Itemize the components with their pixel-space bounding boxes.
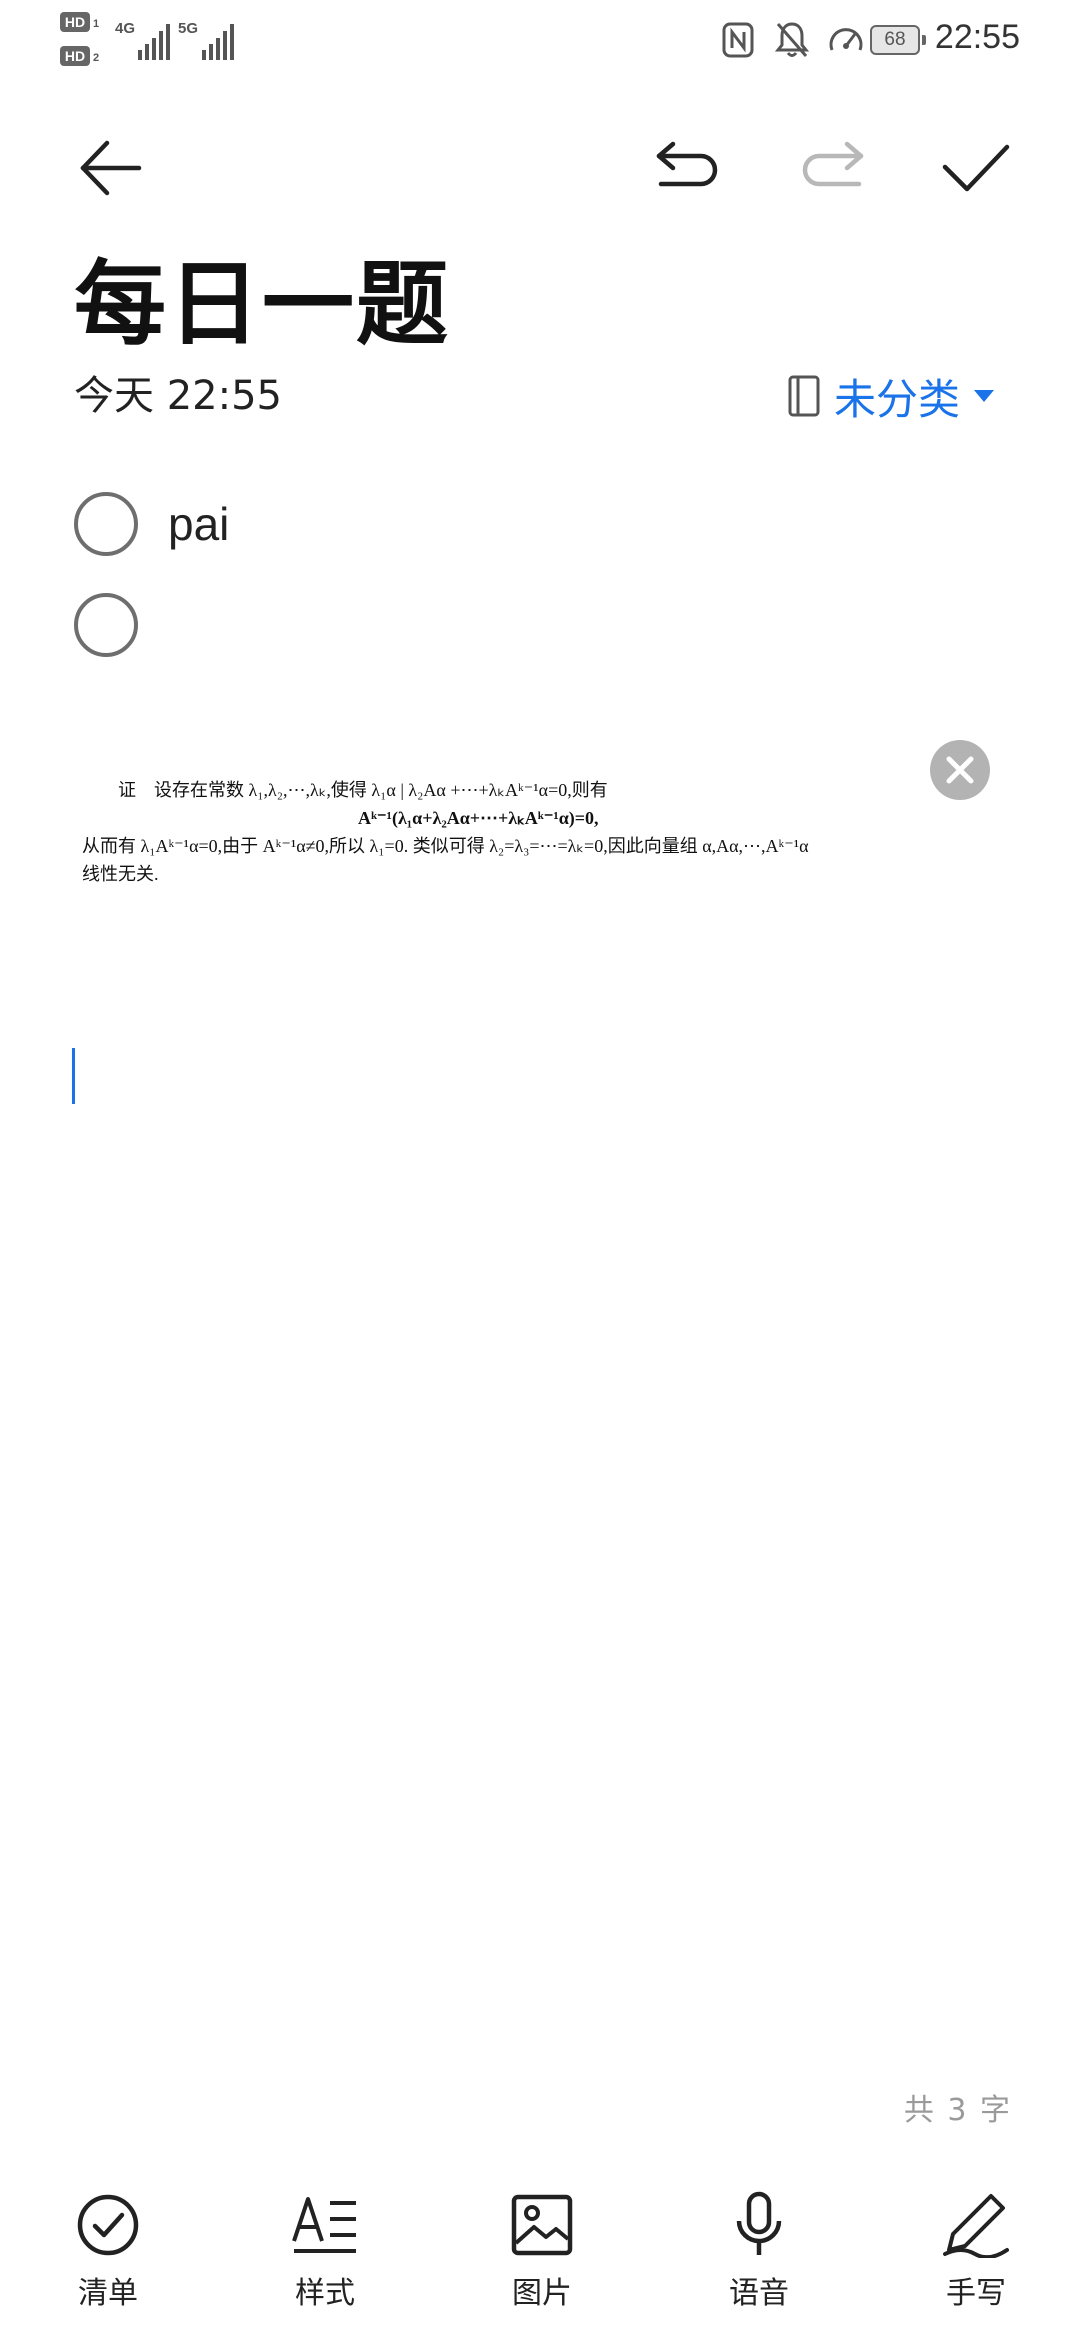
checkbox-circle[interactable] [74, 492, 138, 556]
checklist-item: pai [74, 489, 229, 559]
back-button[interactable] [70, 128, 150, 208]
category-selector[interactable]: 未分类 [788, 370, 996, 424]
network-4g-label: 4G [115, 20, 136, 37]
arrow-left-icon [80, 140, 142, 196]
remove-image-button[interactable] [930, 740, 990, 800]
bell-muted-icon [774, 22, 810, 57]
handwriting-pen-icon [943, 2194, 1009, 2258]
battery-indicator: 68 [870, 25, 926, 55]
word-count: 共 3 字 [903, 2093, 1012, 2128]
network-5g-label: 5G [178, 20, 199, 37]
image-text-line: 从而有 λ₁Aᵏ⁻¹α=0,由于 Aᵏ⁻¹α≠0,所以 λ₁=0. 类似可得 λ… [82, 836, 809, 856]
category-label: 未分类 [833, 374, 960, 424]
hd-badge-2: HD [60, 46, 90, 66]
triangle-down-icon [974, 390, 994, 402]
note-date: 今天 22:55 [74, 373, 282, 419]
note-title[interactable]: 每日一题 [74, 250, 450, 360]
redo-icon [802, 141, 864, 187]
hd-badge-2-sub: 2 [93, 52, 100, 64]
redo-button[interactable] [792, 128, 872, 208]
toolbar-label: 样式 [295, 2276, 355, 2311]
speedometer-icon [829, 28, 863, 51]
image-text-line: 证 设存在常数 λ₁,λ₂,⋯,λₖ,使得 λ₁α | λ₂Aα +⋯+λₖAᵏ… [118, 780, 608, 800]
network-indicators: HD 1 HD 2 4G 5G [60, 12, 250, 72]
notebook-icon [788, 375, 820, 417]
checklist-item [74, 590, 168, 660]
nfc-icon [722, 22, 754, 58]
undo-icon [656, 141, 718, 187]
voice-input-button[interactable]: 语音 [689, 2190, 829, 2312]
status-time: 22:55 [934, 18, 1020, 56]
toolbar-label: 语音 [729, 2276, 789, 2311]
microphone-icon [736, 2191, 782, 2255]
image-icon [511, 2194, 573, 2256]
handwriting-button[interactable]: 手写 [906, 2190, 1046, 2312]
text-style-icon [292, 2197, 356, 2253]
insert-image-button[interactable]: 图片 [472, 2190, 612, 2312]
signal-strength-icon [202, 24, 234, 60]
hd-badge-1-sub: 1 [93, 18, 100, 30]
image-text-line: 线性无关. [82, 864, 159, 884]
bottom-toolbar: 清单 样式 图片 语音 手写 [0, 2190, 1080, 2340]
checkbox-circle[interactable] [74, 593, 138, 657]
checklist-icon [77, 2194, 139, 2256]
embedded-image[interactable]: 证 设存在常数 λ₁,λ₂,⋯,λₖ,使得 λ₁α | λ₂Aα +⋯+λₖAᵏ… [78, 770, 998, 900]
toolbar-label: 清单 [78, 2276, 138, 2311]
image-text-line: Aᵏ⁻¹(λ₁α+λ₂Aα+⋯+λₖAᵏ⁻¹α)=0, [358, 808, 599, 828]
checklist-button[interactable]: 清单 [38, 2190, 178, 2312]
toolbar-label: 手写 [946, 2276, 1006, 2311]
done-button[interactable] [936, 128, 1016, 208]
text-style-button[interactable]: 样式 [255, 2190, 395, 2312]
close-icon [946, 756, 974, 784]
hd-badge-1: HD [60, 12, 90, 32]
checklist-item-text[interactable]: pai [168, 497, 229, 551]
toolbar-label: 图片 [512, 2276, 572, 2311]
undo-button[interactable] [648, 128, 728, 208]
signal-strength-icon [138, 24, 170, 60]
text-cursor[interactable] [72, 1048, 75, 1104]
checkmark-icon [942, 144, 1010, 192]
status-bar: HD 1 HD 2 4G 5G 68 22:55 [0, 0, 1080, 80]
